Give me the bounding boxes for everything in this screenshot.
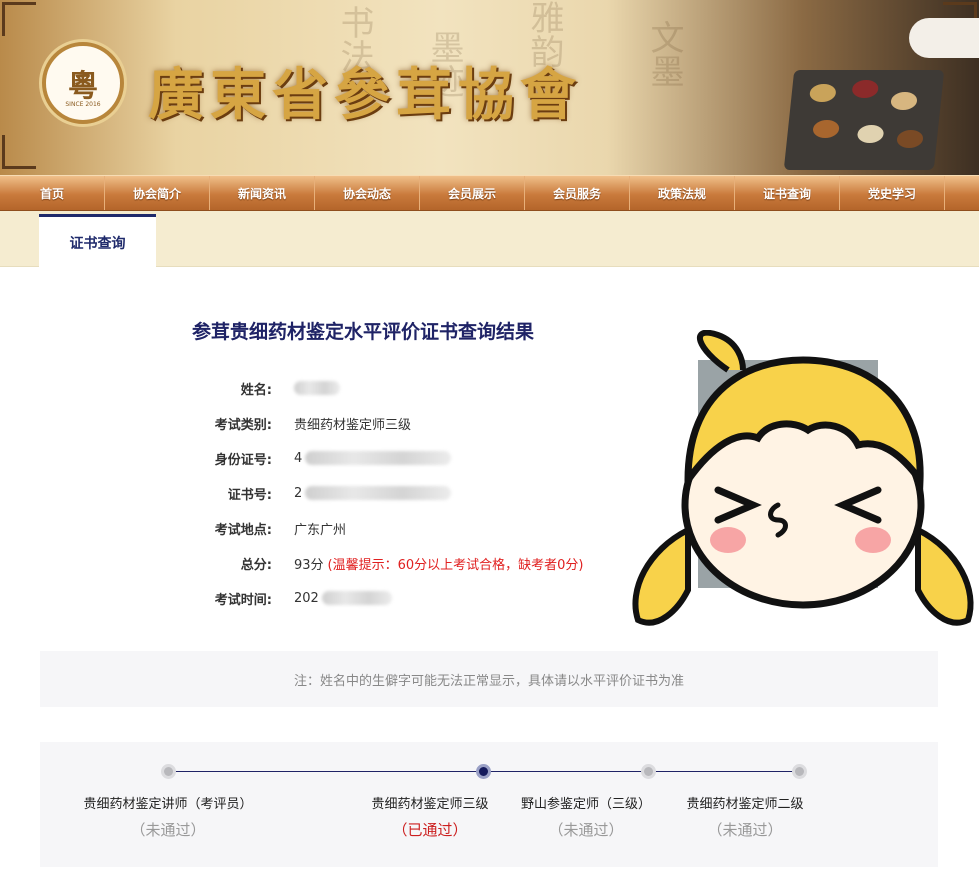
redacted-value	[305, 486, 452, 500]
field-value: 4	[294, 450, 452, 466]
field-id-number: 身份证号: 4	[150, 447, 650, 469]
field-value: 202	[294, 591, 392, 606]
field-label: 证书号:	[227, 487, 272, 503]
nav-item-news[interactable]: 新闻资讯	[210, 176, 315, 210]
field-value: 广东广州	[294, 522, 347, 538]
nav-item-certificate[interactable]: 证书查询	[735, 176, 840, 210]
step-label: 野山参鉴定师（三级）	[520, 797, 651, 812]
main-nav: 首页 协会简介 新闻资讯 协会动态 会员展示 会员服务 政策法规 证书查询 党史…	[0, 175, 979, 211]
step-status-passed: （已通过）	[392, 821, 468, 839]
field-label: 考试类别:	[214, 417, 272, 433]
field-value: 贵细药材鉴定师三级	[294, 417, 412, 433]
nav-item-members[interactable]: 会员展示	[420, 176, 525, 210]
nav-item-activities[interactable]: 协会动态	[315, 176, 420, 210]
step-status: （未通过）	[548, 821, 624, 839]
redacted-value	[305, 451, 452, 465]
field-label: 身份证号:	[214, 452, 272, 468]
field-exam-time: 考试时间: 202	[150, 587, 650, 609]
herb-tray-image	[783, 70, 945, 170]
level-progress: 贵细药材鉴定讲师（考评员） （未通过） 贵细药材鉴定师三级 （已通过） 野山参鉴…	[40, 742, 938, 867]
hand-image	[909, 18, 979, 58]
field-value: 93分 (温馨提示：60分以上考试合格，缺考者0分)	[294, 554, 584, 573]
cartoon-girl-sticker	[632, 330, 974, 626]
field-label: 考试时间:	[214, 592, 272, 608]
redacted-value	[321, 591, 392, 605]
nav-item-home[interactable]: 首页	[0, 176, 105, 210]
id-prefix: 4	[294, 450, 303, 466]
notice-text: 注：姓名中的生僻字可能无法正常显示，具体请以水平评价证书为准	[293, 673, 684, 689]
left-pigtail	[632, 525, 691, 626]
tab-certificate-query[interactable]: 证书查询	[39, 214, 156, 268]
tab-strip: 证书查询	[0, 211, 979, 268]
association-logo[interactable]: 粵 SINCE 2016	[42, 42, 124, 124]
nav-item-party[interactable]: 党史学习	[840, 176, 945, 210]
step-status: （未通过）	[130, 821, 206, 839]
redacted-value	[294, 381, 340, 395]
field-exam-category: 考试类别: 贵细药材鉴定师三级	[150, 412, 650, 434]
site-banner: 书法 墨迹 雅韵 文墨 粵 SINCE 2016 廣東省參茸協會	[0, 0, 979, 175]
step-label: 贵细药材鉴定讲师（考评员）	[83, 797, 253, 812]
field-exam-location: 考试地点: 广东广州	[150, 517, 650, 539]
field-certificate-number: 证书号: 2	[150, 482, 650, 504]
field-value	[294, 381, 340, 395]
score-value: 93分	[294, 557, 324, 573]
result-title: 参茸贵细药材鉴定水平评价证书查询结果	[192, 321, 535, 343]
score-hint: (温馨提示：60分以上考试合格，缺考者0分)	[327, 557, 584, 573]
decorative-calligraphy: 文墨	[644, 20, 684, 88]
notice-box: 注：姓名中的生僻字可能无法正常显示，具体请以水平评价证书为准	[40, 651, 938, 707]
right-blush	[855, 527, 891, 553]
field-label: 总分:	[240, 557, 272, 573]
corner-ornament	[2, 2, 36, 36]
step-dot-active	[476, 764, 491, 779]
logo-since: SINCE 2016	[65, 101, 101, 108]
step-label: 贵细药材鉴定师三级	[371, 797, 489, 812]
time-prefix: 202	[294, 590, 319, 606]
left-blush	[710, 527, 746, 553]
step-status: （未通过）	[707, 821, 783, 839]
step-label: 贵细药材鉴定师二级	[686, 797, 804, 812]
corner-ornament	[2, 135, 36, 169]
field-label: 考试地点:	[214, 522, 272, 538]
nav-item-services[interactable]: 会员服务	[525, 176, 630, 210]
logo-mark: 粵	[68, 69, 98, 104]
field-name: 姓名:	[150, 377, 650, 399]
right-pigtail	[915, 525, 974, 626]
cert-prefix: 2	[294, 485, 303, 501]
nav-item-policy[interactable]: 政策法规	[630, 176, 735, 210]
field-label: 姓名:	[240, 382, 272, 398]
nav-item-about[interactable]: 协会简介	[105, 176, 210, 210]
field-total-score: 总分: 93分 (温馨提示：60分以上考试合格，缺考者0分)	[150, 552, 650, 574]
step-dot	[641, 764, 656, 779]
step-dot	[792, 764, 807, 779]
step-dot	[161, 764, 176, 779]
site-title: 廣東省參茸協會	[148, 62, 582, 128]
field-value: 2	[294, 485, 452, 501]
